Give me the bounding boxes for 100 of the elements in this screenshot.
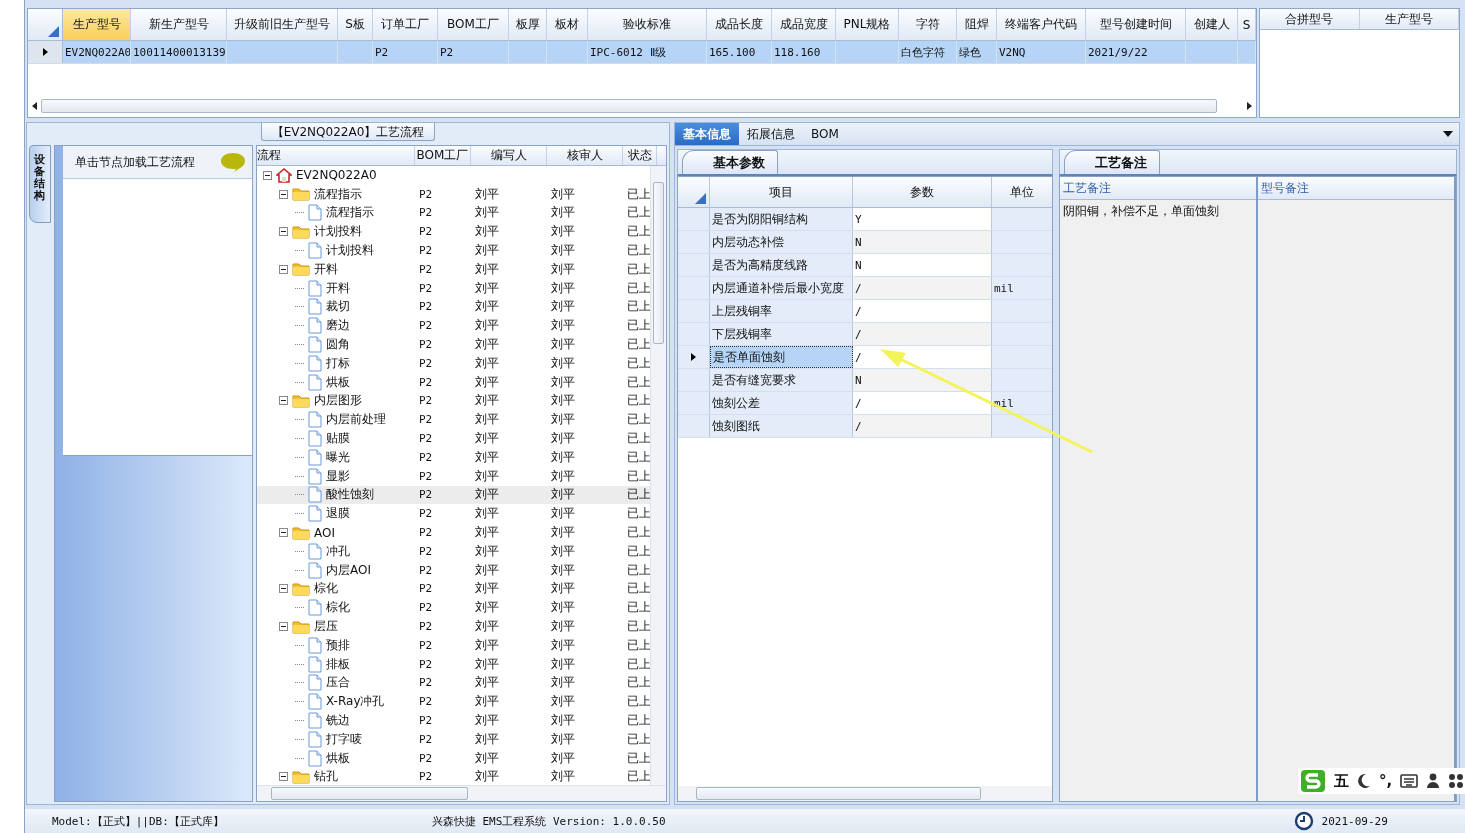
column-header[interactable]: 成品长度	[707, 9, 772, 40]
tree-row[interactable]: 内层前处理 P2 刘平 刘平 已上	[257, 410, 650, 430]
parameter-row[interactable]: 蚀刻图纸 /	[678, 415, 1052, 438]
column-header[interactable]: S板	[338, 9, 373, 40]
tree-row[interactable]: 磨边 P2 刘平 刘平 已上	[257, 316, 650, 336]
table-cell[interactable]: /	[853, 323, 992, 345]
tree-row[interactable]: 显影 P2 刘平 刘平 已上	[257, 466, 650, 486]
column-header[interactable]: 流程	[257, 146, 415, 165]
column-header[interactable]: 订单工厂	[373, 9, 438, 40]
tree-row[interactable]: 计划投料 P2 刘平 刘平 已上	[257, 222, 650, 242]
column-header[interactable]: BOM工厂	[438, 9, 509, 40]
grid-icon[interactable]	[1448, 773, 1465, 789]
vertical-scrollbar[interactable]	[650, 166, 666, 785]
parameter-row[interactable]: 内层通道补偿后最小宽度 / mil	[678, 277, 1052, 300]
tree-row[interactable]: 排板 P2 刘平 刘平 已上	[257, 654, 650, 674]
tree-row[interactable]: 曝光 P2 刘平 刘平 已上	[257, 447, 650, 467]
tree-row[interactable]: AOI P2 刘平 刘平 已上	[257, 523, 650, 542]
column-header[interactable]: 阻焊	[957, 9, 997, 40]
table-cell[interactable]: N	[853, 231, 992, 253]
parameter-row[interactable]: 上层残铜率 /	[678, 300, 1052, 323]
table-cell[interactable]: /	[853, 277, 992, 299]
column-header[interactable]: 板材	[547, 9, 588, 40]
column-header[interactable]: 终端客户代码	[997, 9, 1086, 40]
horizontal-scrollbar[interactable]	[678, 786, 1052, 801]
table-cell[interactable]: /	[853, 392, 992, 414]
collapse-icon[interactable]	[279, 622, 288, 631]
table-cell[interactable]: N	[853, 369, 992, 391]
parameter-row[interactable]: 是否为阴阳铜结构 Y	[678, 208, 1052, 231]
collapse-icon[interactable]	[279, 264, 288, 274]
person-icon[interactable]	[1426, 773, 1441, 789]
tree-row[interactable]: 棕化 P2 刘平 刘平 已上	[257, 598, 650, 618]
table-cell[interactable]: N	[853, 254, 992, 276]
table-cell[interactable]: /	[853, 415, 992, 437]
collapse-icon[interactable]	[263, 170, 272, 180]
column-header[interactable]: 编写人	[471, 146, 547, 165]
tree-row[interactable]: 开料 P2 刘平 刘平 已上	[257, 260, 650, 279]
column-header[interactable]: 新生产型号	[131, 9, 227, 40]
punctuation-toggle[interactable]: °,	[1379, 772, 1393, 790]
tree-row[interactable]: 开料 P2 刘平 刘平 已上	[257, 278, 650, 298]
table-cell[interactable]: /	[853, 346, 992, 368]
grid-row[interactable]: EV2NQ022A0 10011400013139 P2 P2 IPC-6012 Ⅱ级 165.100 118.160 白色字符 绿色 V2NQ 2021/9/22	[28, 41, 1256, 64]
collapse-icon[interactable]	[279, 227, 288, 237]
column-header[interactable]: 参数	[853, 177, 992, 207]
tree-row[interactable]: 流程指示 P2 刘平 刘平 已上	[257, 203, 650, 223]
tree-row[interactable]: 内层AOI P2 刘平 刘平 已上	[257, 560, 650, 580]
tree-row[interactable]: 圆角 P2 刘平 刘平 已上	[257, 335, 650, 354]
input-mode-toggle[interactable]: 五	[1334, 771, 1349, 791]
parameter-row[interactable]: 是否为高精度线路 N	[678, 254, 1052, 277]
column-header[interactable]: 升级前旧生产型号	[227, 9, 338, 40]
column-header[interactable]: 型号创建时间	[1086, 9, 1186, 40]
tab[interactable]: 拓展信息	[739, 123, 803, 145]
column-header[interactable]: 创建人	[1186, 9, 1238, 40]
table-cell[interactable]: /	[853, 300, 992, 322]
column-header[interactable]: 板厚	[509, 9, 547, 40]
tree-row[interactable]: 棕化 P2 刘平 刘平 已上	[257, 579, 650, 599]
column-header[interactable]: S	[1238, 9, 1256, 40]
keyboard-icon[interactable]	[1400, 774, 1419, 788]
column-header[interactable]: 项目	[710, 177, 853, 207]
tree-row[interactable]: 烘板 P2 刘平 刘平 已上	[257, 372, 650, 392]
column-header[interactable]: 验收标准	[588, 9, 707, 40]
tree-row[interactable]: 酸性蚀刻 P2 刘平 刘平 已上	[257, 485, 650, 505]
parameter-row[interactable]: 下层残铜率 /	[678, 323, 1052, 346]
tree-row[interactable]: 计划投料 P2 刘平 刘平 已上	[257, 241, 650, 260]
tree-row[interactable]: 预排 P2 刘平 刘平 已上	[257, 635, 650, 655]
column-header[interactable]: 生产型号	[1359, 9, 1459, 29]
scroll-right-icon[interactable]	[1247, 102, 1252, 110]
collapse-icon[interactable]	[279, 584, 288, 594]
side-tab[interactable]: 设备结构	[29, 145, 51, 223]
tree-row[interactable]: X-Ray冲孔 P2 刘平 刘平 已上	[257, 692, 650, 712]
column-header[interactable]: 合拼型号	[1260, 9, 1360, 29]
tree-row[interactable]: 打标 P2 刘平 刘平 已上	[257, 353, 650, 373]
tree-row[interactable]: 流程指示 P2 刘平 刘平 已上	[257, 184, 650, 204]
column-header[interactable]: PNL规格	[836, 9, 899, 40]
column-header[interactable]: 成品宽度	[772, 9, 836, 40]
tree-row[interactable]: 打字唛 P2 刘平 刘平 已上	[257, 729, 650, 749]
tree-row[interactable]: 钻孔 P2 刘平 刘平 已上	[257, 767, 650, 785]
table-cell[interactable]: Y	[853, 208, 992, 230]
dropdown-icon[interactable]	[1443, 131, 1453, 137]
tab[interactable]: BOM	[803, 123, 847, 145]
collapse-icon[interactable]	[279, 772, 288, 782]
tree-row[interactable]: 压合 P2 刘平 刘平 已上	[257, 673, 650, 693]
horizontal-scrollbar[interactable]	[257, 785, 666, 801]
tree-row[interactable]: EV2NQ022A0	[257, 166, 650, 185]
moon-icon[interactable]	[1357, 773, 1371, 789]
tab[interactable]: 工艺备注	[1064, 150, 1160, 174]
parameter-row[interactable]: 内层动态补偿 N	[678, 231, 1052, 254]
scrollbar-thumb[interactable]	[696, 787, 981, 800]
tab[interactable]: 基本参数	[682, 150, 778, 174]
parameter-row[interactable]: 是否单面蚀刻 /	[678, 346, 1052, 369]
column-header[interactable]: 单位	[992, 177, 1052, 207]
collapse-icon[interactable]	[279, 528, 288, 538]
collapse-icon[interactable]	[279, 189, 288, 199]
tree-row[interactable]: 铣边 P2 刘平 刘平 已上	[257, 711, 650, 730]
tree-row[interactable]: 裁切 P2 刘平 刘平 已上	[257, 297, 650, 317]
column-header[interactable]: 字符	[899, 9, 957, 40]
tree-row[interactable]: 贴膜 P2 刘平 刘平 已上	[257, 429, 650, 448]
column-header[interactable]: 核审人	[547, 146, 623, 165]
tree-row[interactable]: 退膜 P2 刘平 刘平 已上	[257, 504, 650, 524]
scrollbar-thumb[interactable]	[653, 182, 664, 344]
scrollbar-thumb[interactable]	[41, 99, 1217, 113]
